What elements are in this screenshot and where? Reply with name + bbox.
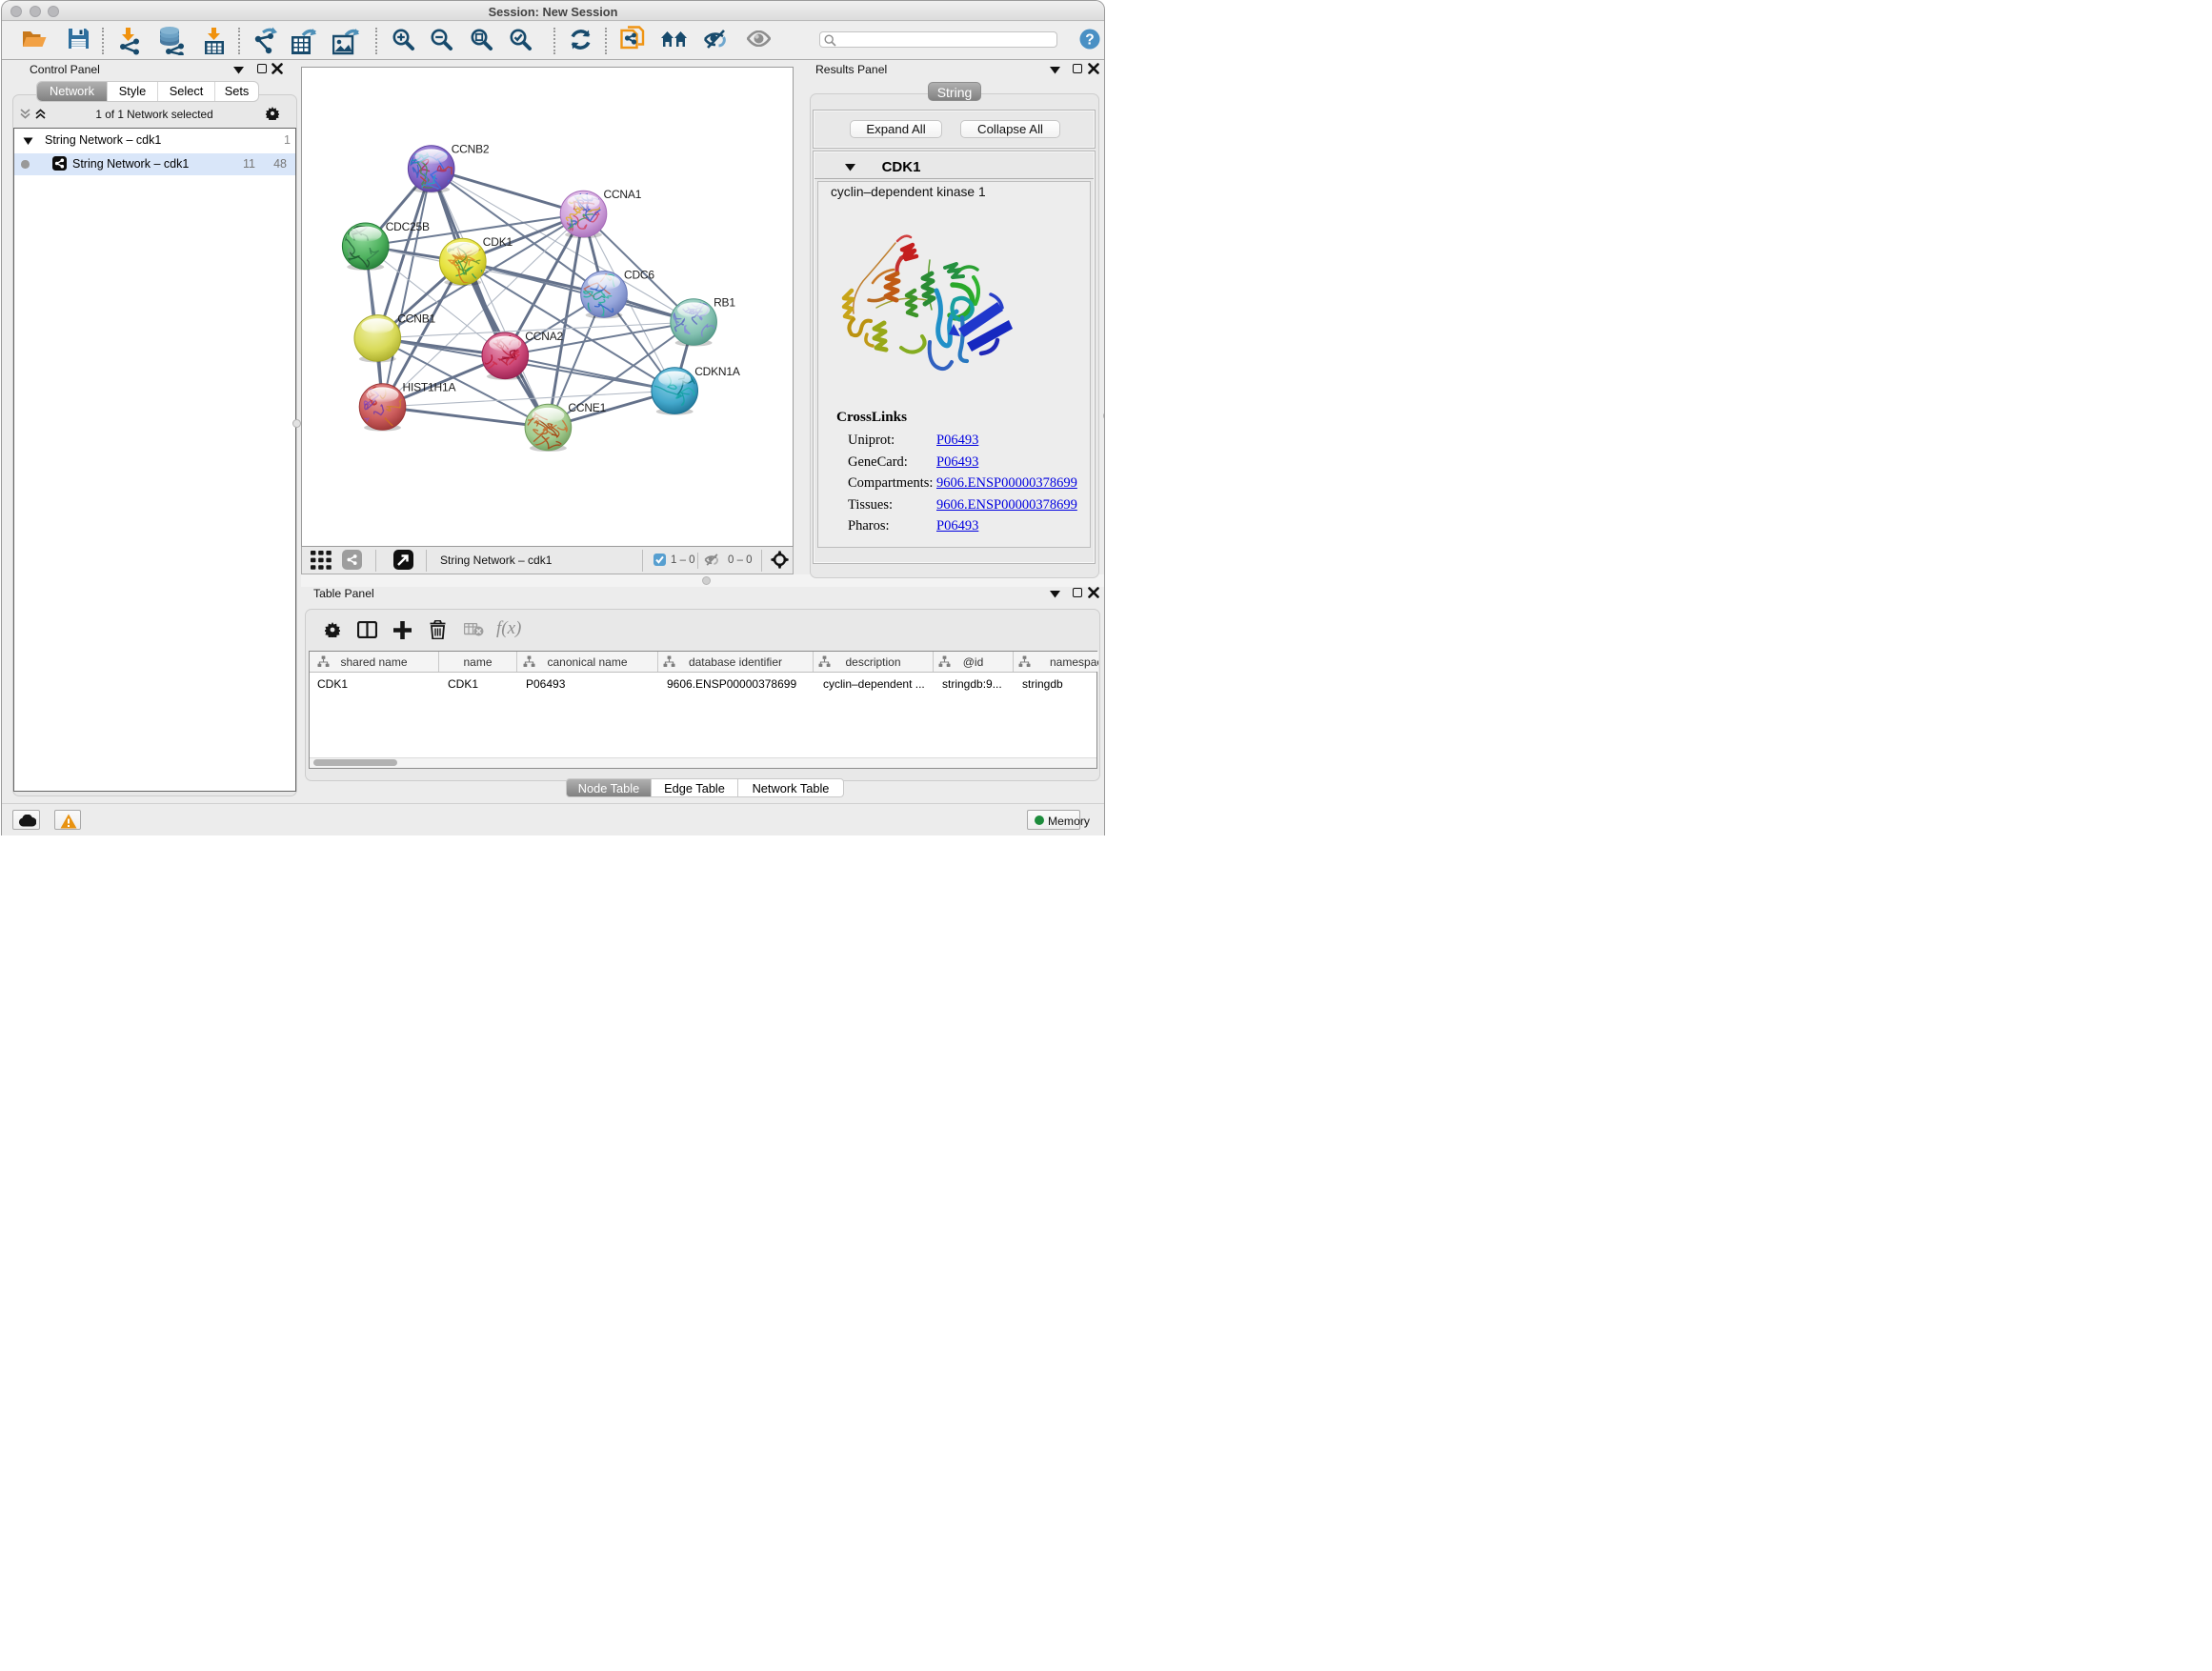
svg-text:CCNA2: CCNA2 [525, 330, 563, 343]
svg-text:CDC25B: CDC25B [386, 220, 430, 233]
svg-text:CCNE1: CCNE1 [568, 401, 606, 414]
svg-text:CCNB1: CCNB1 [397, 312, 435, 326]
svg-text:CCNB2: CCNB2 [452, 143, 490, 156]
svg-text:?: ? [1085, 31, 1094, 48]
svg-text:HIST1H1A: HIST1H1A [403, 381, 456, 394]
svg-text:CCNA1: CCNA1 [604, 188, 642, 201]
svg-text:CDK1: CDK1 [483, 235, 513, 249]
svg-text:CDKN1A: CDKN1A [694, 365, 740, 378]
svg-text:CDC6: CDC6 [624, 269, 654, 282]
svg-text:RB1: RB1 [714, 296, 735, 310]
